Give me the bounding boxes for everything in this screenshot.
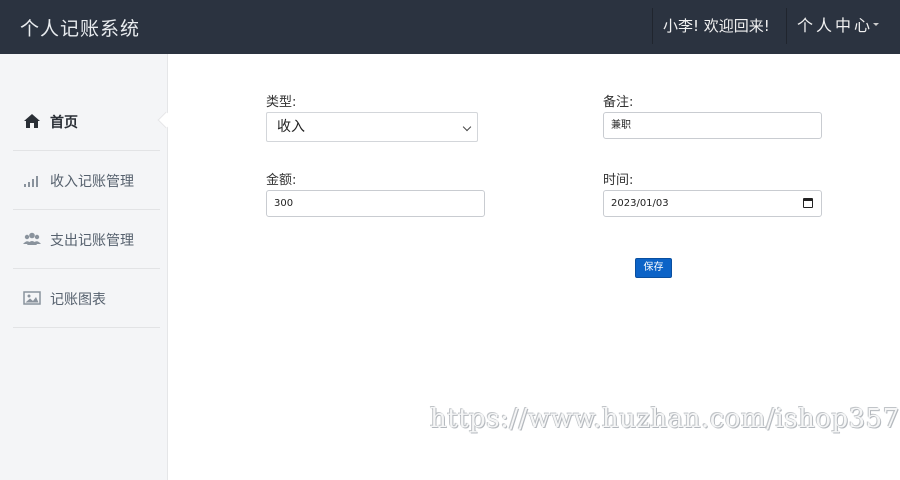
caret-down-icon <box>873 23 880 26</box>
app-title: 个人记账系统 <box>20 18 141 40</box>
home-icon <box>24 114 40 128</box>
date-input-value: 2023/01/03 <box>611 198 669 209</box>
note-input[interactable]: 兼职 <box>603 112 822 139</box>
type-select[interactable]: 收入 <box>266 112 478 142</box>
sidebar-item-home[interactable]: 首页 <box>13 92 160 151</box>
type-select-value: 收入 <box>277 119 305 135</box>
sidebar-item-chart[interactable]: 记账图表 <box>13 269 160 328</box>
type-label: 类型: <box>266 95 297 110</box>
save-button[interactable]: 保存 <box>635 258 672 278</box>
top-header: 个人记账系统 小李! 欢迎回来! 个人中心 <box>0 0 900 54</box>
sidebar-item-label: 收入记账管理 <box>50 174 134 190</box>
sidebar-item-expense[interactable]: 支出记账管理 <box>13 210 160 269</box>
watermark-text: https://www.huzhan.com/ishop3572 <box>430 404 900 434</box>
amount-input[interactable]: 300 <box>266 190 485 217</box>
amount-label: 金额: <box>266 173 297 188</box>
time-label: 时间: <box>603 173 634 188</box>
sidebar-item-income[interactable]: 收入记账管理 <box>13 151 160 210</box>
sidebar-item-label: 支出记账管理 <box>50 233 134 249</box>
user-center-dropdown[interactable]: 个人中心 <box>786 8 900 44</box>
sidebar: 首页 收入记账管理 支出记账管理 记账图表 <box>0 54 168 480</box>
sidebar-item-label: 首页 <box>50 115 78 131</box>
welcome-message: 小李! 欢迎回来! <box>652 8 770 44</box>
signal-icon <box>24 176 38 187</box>
picture-icon <box>23 291 41 305</box>
date-input[interactable]: 2023/01/03 <box>603 190 822 217</box>
users-icon <box>23 232 41 245</box>
sidebar-item-label: 记账图表 <box>50 292 106 308</box>
note-label: 备注: <box>603 95 634 110</box>
user-center-label: 个人中心 <box>797 16 874 35</box>
chevron-down-icon <box>462 122 472 132</box>
calendar-icon[interactable] <box>803 198 813 208</box>
